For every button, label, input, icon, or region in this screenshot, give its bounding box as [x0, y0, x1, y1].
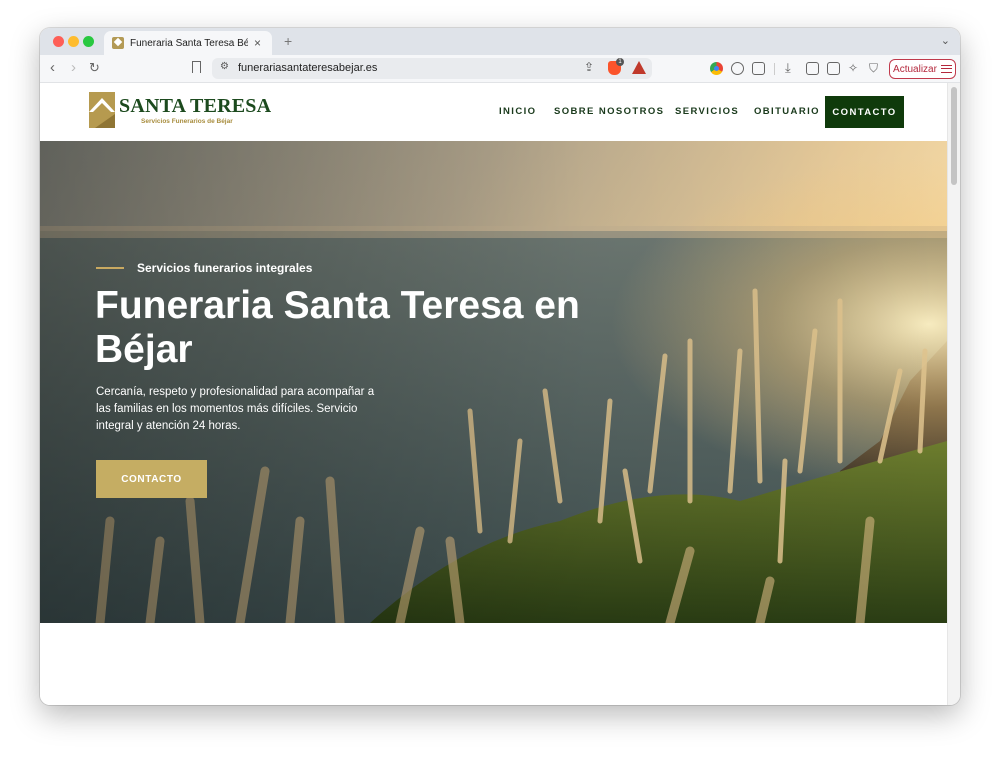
extensions-puzzle-icon[interactable]: [731, 62, 744, 75]
nav-sobre-nosotros[interactable]: SOBRE NOSOTROS: [554, 106, 664, 117]
nav-obituario[interactable]: OBITUARIO: [754, 106, 820, 117]
sidebar-icon[interactable]: [806, 62, 819, 75]
share-icon[interactable]: ⇪: [584, 60, 594, 74]
forward-icon[interactable]: ›: [71, 60, 76, 76]
tab-strip: Funeraria Santa Teresa Béjar | × + ⌄: [40, 28, 960, 55]
browser-window: Funeraria Santa Teresa Béjar | × + ⌄ ‹ ›…: [40, 28, 960, 705]
eyebrow-accent-line: [96, 267, 124, 269]
wallet-icon[interactable]: [827, 62, 840, 75]
nav-inicio[interactable]: INICIO: [499, 106, 536, 117]
hero-description: Cercanía, respeto y profesionalidad para…: [96, 386, 375, 432]
reload-icon[interactable]: ↻: [89, 60, 100, 76]
logo-name: SANTA TERESA: [119, 95, 272, 117]
nav-contacto-button[interactable]: CONTACTO: [825, 96, 904, 128]
page-viewport: SANTA TERESA Servicios Funerarios de Béj…: [40, 83, 947, 705]
tab-title: Funeraria Santa Teresa Béjar |: [130, 37, 248, 49]
download-icon[interactable]: ⤓: [785, 60, 791, 76]
back-icon[interactable]: ‹: [50, 60, 55, 76]
browser-tab[interactable]: Funeraria Santa Teresa Béjar | ×: [104, 31, 272, 55]
update-button-label: Actualizar: [893, 63, 937, 75]
bookmark-icon[interactable]: [192, 61, 201, 73]
site-favicon-icon: [112, 37, 124, 49]
shields-count-badge: 1: [616, 58, 624, 66]
page-scrollbar[interactable]: [947, 83, 960, 705]
menu-hamburger-icon: [940, 65, 952, 73]
hero-contact-button[interactable]: CONTACTO: [96, 460, 207, 498]
nav-servicios[interactable]: SERVICIOS: [675, 106, 739, 117]
screenshot-icon[interactable]: [752, 62, 765, 75]
zoom-window-button[interactable]: [83, 36, 94, 47]
brave-rewards-icon[interactable]: [632, 61, 646, 74]
logo-subtitle: Servicios Funerarios de Béjar: [141, 118, 233, 125]
hero-eyebrow: Servicios funerarios integrales: [137, 261, 313, 275]
tab-close-icon[interactable]: ×: [254, 37, 261, 49]
update-button[interactable]: Actualizar: [889, 59, 956, 79]
hero-title: Funeraria Santa Teresa en Béjar: [95, 284, 580, 371]
close-window-button[interactable]: [53, 36, 64, 47]
address-bar[interactable]: ⚙ funerariasantateresabejar.es ⇪ 1: [212, 58, 652, 79]
scrollbar-thumb[interactable]: [951, 87, 957, 185]
site-header: SANTA TERESA Servicios Funerarios de Béj…: [40, 83, 947, 141]
minimize-window-button[interactable]: [68, 36, 79, 47]
vpn-shield-icon[interactable]: ⛉: [869, 60, 878, 76]
site-logo[interactable]: SANTA TERESA Servicios Funerarios de Béj…: [88, 91, 288, 131]
browser-toolbar: ‹ › ↻ ⚙ funerariasantateresabejar.es ⇪ 1…: [40, 55, 960, 83]
leo-ai-icon[interactable]: ✧: [848, 60, 858, 76]
new-tab-icon[interactable]: +: [284, 33, 292, 49]
hero-section: Servicios funerarios integrales Funerari…: [40, 141, 947, 623]
toolbar-divider: [774, 63, 775, 75]
logo-emblem-icon: [89, 92, 115, 128]
tab-menu-chevron-icon[interactable]: ⌄: [941, 34, 950, 47]
hero-background-image: [40, 141, 947, 623]
extension-color-icon[interactable]: [710, 62, 723, 75]
site-settings-icon[interactable]: ⚙: [220, 61, 229, 72]
url-text: funerariasantateresabejar.es: [238, 62, 378, 74]
